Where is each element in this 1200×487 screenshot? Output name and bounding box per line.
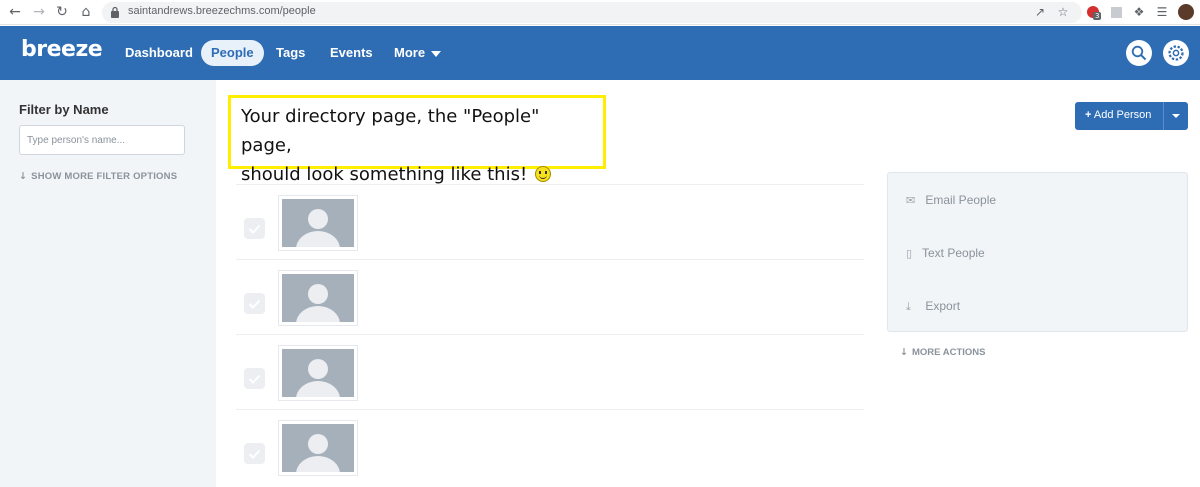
filter-sidebar: Filter by Name ↓SHOW MORE FILTER OPTIONS (0, 80, 216, 487)
nav-people[interactable]: People (201, 40, 264, 66)
person-placeholder-icon (296, 359, 340, 397)
filter-title: Filter by Name (19, 102, 109, 117)
chevron-down-icon (431, 50, 442, 57)
extension-red-icon[interactable]: 3 (1085, 4, 1102, 20)
profile-avatar[interactable] (1178, 4, 1194, 20)
url-domain: saintandrews.breezechms.com (128, 5, 280, 17)
nav-events[interactable]: Events (320, 40, 383, 66)
row-checkbox[interactable] (244, 218, 265, 239)
add-person-button[interactable]: + Add Person (1075, 102, 1188, 130)
arrow-down-icon: ↓ (900, 347, 908, 358)
arrow-down-icon: ↓ (19, 171, 28, 182)
settings-button[interactable] (1163, 40, 1189, 66)
search-button[interactable] (1126, 40, 1152, 66)
check-icon (248, 449, 261, 459)
back-icon[interactable]: ← (6, 3, 24, 21)
list-item[interactable] (236, 184, 864, 259)
show-more-filter-label: SHOW MORE FILTER OPTIONS (31, 171, 178, 182)
phone-icon: ▯ (906, 247, 913, 260)
callout-line-2: should look something like this! (241, 164, 528, 185)
envelope-icon: ✉ (906, 194, 916, 207)
check-icon (248, 299, 261, 309)
email-people-action[interactable]: ✉ Email People (906, 193, 996, 207)
lock-icon (111, 6, 119, 18)
browser-toolbar: ← → ↻ ⌂ saintandrews.breezechms.com/peop… (0, 0, 1200, 25)
callout-line-1: Your directory page, the "People" page, (241, 106, 540, 156)
person-placeholder-icon (296, 284, 340, 322)
list-item[interactable] (236, 259, 864, 334)
puzzle-icon[interactable]: ❖ (1131, 4, 1147, 20)
url-path: /people (279, 5, 316, 17)
nav-tags[interactable]: Tags (266, 40, 315, 66)
person-placeholder-icon (296, 434, 340, 472)
star-icon[interactable]: ☆ (1055, 4, 1071, 20)
more-actions-link[interactable]: ↓ MORE ACTIONS (900, 347, 986, 358)
address-bar[interactable]: saintandrews.breezechms.com/people (102, 2, 1082, 23)
people-list (236, 184, 864, 484)
breeze-logo[interactable]: breeze (21, 37, 103, 62)
add-person-text: Add Person (1093, 109, 1152, 121)
row-checkbox[interactable] (244, 443, 265, 464)
share-icon[interactable]: ↗ (1032, 4, 1048, 20)
show-more-filter-link[interactable]: ↓ SHOW MORE FILTER OPTIONS (19, 171, 177, 182)
callout-annotation: Your directory page, the "People" page, … (228, 95, 606, 185)
name-filter-input[interactable] (19, 125, 185, 155)
avatar[interactable] (278, 195, 358, 251)
search-icon (1131, 45, 1147, 61)
email-people-label: Email People (925, 193, 997, 207)
text-people-action[interactable]: ▯ Text People (906, 246, 985, 260)
forward-icon[interactable]: → (30, 3, 48, 21)
home-icon[interactable]: ⌂ (77, 3, 95, 21)
bulk-actions-panel: ✉ Email People ▯ Text People ⤓ Export (887, 172, 1188, 332)
reading-list-icon[interactable]: ☰ (1154, 4, 1170, 20)
person-placeholder-icon (296, 209, 340, 247)
nav-dashboard[interactable]: Dashboard (115, 40, 203, 66)
avatar[interactable] (278, 420, 358, 476)
avatar[interactable] (278, 270, 358, 326)
more-actions-label: MORE ACTIONS (911, 347, 986, 358)
extension-badge: 3 (1093, 12, 1102, 20)
app-header: breeze Dashboard People Tags Events More (0, 26, 1200, 80)
extension-grey-icon[interactable] (1108, 4, 1124, 20)
list-item[interactable] (236, 409, 864, 484)
button-divider (1163, 102, 1164, 130)
add-person-label: + Add Person (1085, 109, 1151, 121)
check-icon (248, 374, 261, 384)
chevron-down-icon[interactable] (1172, 114, 1180, 118)
export-action[interactable]: ⤓ Export (906, 299, 960, 314)
check-icon (248, 224, 261, 234)
nav-more-label: More (394, 45, 426, 60)
plus-icon: + (1085, 109, 1092, 121)
download-icon: ⤓ (906, 300, 911, 313)
text-people-label: Text People (922, 246, 985, 260)
avatar[interactable] (278, 345, 358, 401)
gear-icon (1168, 45, 1184, 61)
row-checkbox[interactable] (244, 368, 265, 389)
url-text: saintandrews.breezechms.com/people (128, 5, 316, 17)
export-label: Export (925, 299, 961, 313)
list-item[interactable] (236, 334, 864, 409)
nav-more[interactable]: More (384, 40, 451, 66)
smiley-icon (534, 166, 551, 182)
reload-icon[interactable]: ↻ (53, 3, 71, 21)
row-checkbox[interactable] (244, 293, 265, 314)
